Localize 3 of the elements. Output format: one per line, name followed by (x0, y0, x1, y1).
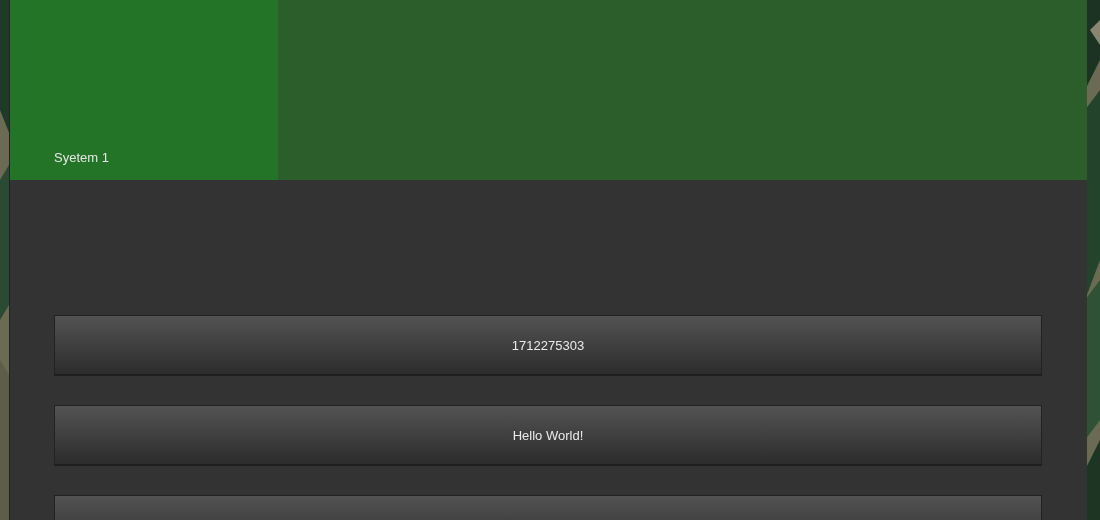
button[interactable]: 1712275303 (54, 315, 1042, 376)
button[interactable]: Hello World! (54, 405, 1042, 466)
tab[interactable]: Syetem 1 (10, 0, 278, 180)
